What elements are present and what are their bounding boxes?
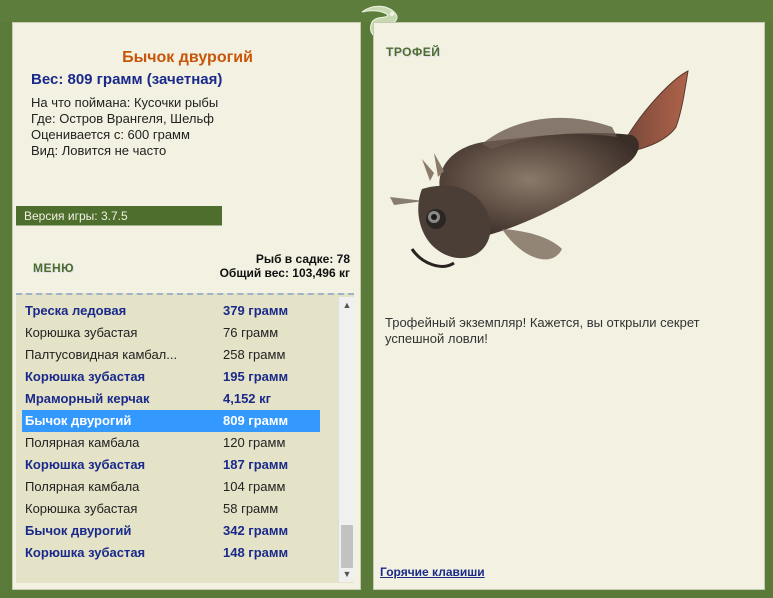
catch-list-scrollbar[interactable]: ▲ ▼ bbox=[338, 297, 354, 582]
catch-fish-name: Полярная камбала bbox=[25, 435, 140, 450]
catch-fish-weight: 120 грамм bbox=[223, 435, 286, 450]
valued-from-text: Оценивается с: 600 грамм bbox=[31, 127, 190, 142]
fish-weight: Вес: 809 грамм (зачетная) bbox=[31, 71, 223, 88]
catch-list-row[interactable]: Палтусовидная камбал... 258 грамм bbox=[22, 344, 320, 366]
catch-list-row[interactable]: Корюшка зубастая 58 грамм bbox=[22, 498, 320, 520]
fish-title: Бычок двурогий bbox=[122, 49, 253, 66]
version-bar: Версия игры: 3.7.5 bbox=[16, 206, 222, 226]
catch-fish-weight: 342 грамм bbox=[223, 523, 289, 538]
hotkeys-link[interactable]: Горячие клавиши bbox=[380, 565, 485, 579]
location-text: Где: Остров Врангеля, Шельф bbox=[31, 111, 214, 126]
fish-details: На что поймана: Кусочки рыбы Где: Остров… bbox=[31, 95, 218, 159]
catch-list-row[interactable]: Бычок двурогий 342 грамм bbox=[22, 520, 320, 542]
catch-list-row[interactable]: Корюшка зубастая 148 грамм bbox=[22, 542, 320, 564]
catch-fish-name: Корюшка зубастая bbox=[25, 545, 146, 560]
catch-fish-name: Бычок двурогий bbox=[25, 523, 132, 538]
fish-info-panel: Бычок двурогий Вес: 809 грамм (зачетная)… bbox=[12, 22, 361, 590]
version-value: 3.7.5 bbox=[100, 209, 128, 223]
catch-fish-name: Мраморный керчак bbox=[25, 391, 150, 406]
catch-fish-name: Палтусовидная камбал... bbox=[25, 347, 178, 362]
scroll-down-arrow-icon[interactable]: ▼ bbox=[339, 566, 355, 582]
catch-list[interactable]: Треска ледовая 379 грамм Корюшка зубастая 7… bbox=[16, 293, 354, 583]
catch-fish-weight: 4,152 кг bbox=[223, 391, 272, 406]
catch-fish-weight: 187 грамм bbox=[223, 457, 289, 472]
catch-fish-name: Бычок двурогий bbox=[25, 413, 132, 428]
catch-fish-name: Корюшка зубастая bbox=[25, 325, 138, 340]
catch-stats: Рыб в садке: 78 Общий вес: 103,496 кг bbox=[220, 252, 350, 280]
catch-fish-name: Полярная камбала bbox=[25, 479, 140, 494]
catch-fish-weight: 379 грамм bbox=[223, 303, 289, 318]
catch-list-row[interactable]: Корюшка зубастая 76 грамм bbox=[22, 322, 320, 344]
fish-count: Рыб в садке: 78 bbox=[255, 252, 350, 266]
catch-fish-weight: 809 грамм bbox=[223, 413, 289, 428]
catch-fish-name: Корюшка зубастая bbox=[25, 501, 138, 516]
catch-list-row[interactable]: Мраморный керчак 4,152 кг bbox=[22, 388, 320, 410]
frequency-text: Вид: Ловится не часто bbox=[31, 143, 167, 158]
catch-fish-name: Корюшка зубастая bbox=[25, 457, 146, 472]
catch-fish-name: Треска ледовая bbox=[25, 303, 127, 318]
total-weight: Общий вес: 103,496 кг bbox=[219, 266, 350, 280]
trophy-label: ТРОФЕЙ bbox=[386, 45, 441, 59]
catch-fish-weight: 148 грамм bbox=[223, 545, 289, 560]
version-label: Версия игры: bbox=[24, 209, 98, 223]
bottom-frame bbox=[0, 590, 773, 598]
scroll-up-arrow-icon[interactable]: ▲ bbox=[339, 297, 355, 313]
caught-on-text: На что поймана: Кусочки рыбы bbox=[31, 95, 219, 110]
catch-fish-weight: 76 грамм bbox=[223, 325, 279, 340]
catch-list-row[interactable]: Треска ледовая 379 грамм bbox=[22, 300, 320, 322]
catch-fish-weight: 58 грамм bbox=[223, 501, 279, 516]
catch-list-row[interactable]: Полярная камбала 120 грамм bbox=[22, 432, 320, 454]
catch-fish-weight: 258 грамм bbox=[223, 347, 286, 362]
catch-list-row[interactable]: Бычок двурогий 809 грамм bbox=[22, 410, 320, 432]
catch-fish-name: Корюшка зубастая bbox=[25, 369, 146, 384]
trophy-panel: ТРОФЕЙ Трофейный экземпляр! Кажется, вы … bbox=[373, 22, 765, 590]
trophy-text: Трофейный экземпляр! Кажется, вы открыли… bbox=[385, 315, 700, 346]
catch-fish-weight: 195 грамм bbox=[223, 369, 289, 384]
catch-list-row[interactable]: Корюшка зубастая 187 грамм bbox=[22, 454, 320, 476]
catch-list-row[interactable]: Полярная камбала 104 грамм bbox=[22, 476, 320, 498]
catch-fish-weight: 104 грамм bbox=[223, 479, 286, 494]
scroll-thumb[interactable] bbox=[341, 525, 353, 568]
menu-button[interactable]: МЕНЮ bbox=[33, 261, 74, 275]
fish-image bbox=[390, 70, 689, 268]
catch-list-row[interactable]: Корюшка зубастая 195 грамм bbox=[22, 366, 320, 388]
